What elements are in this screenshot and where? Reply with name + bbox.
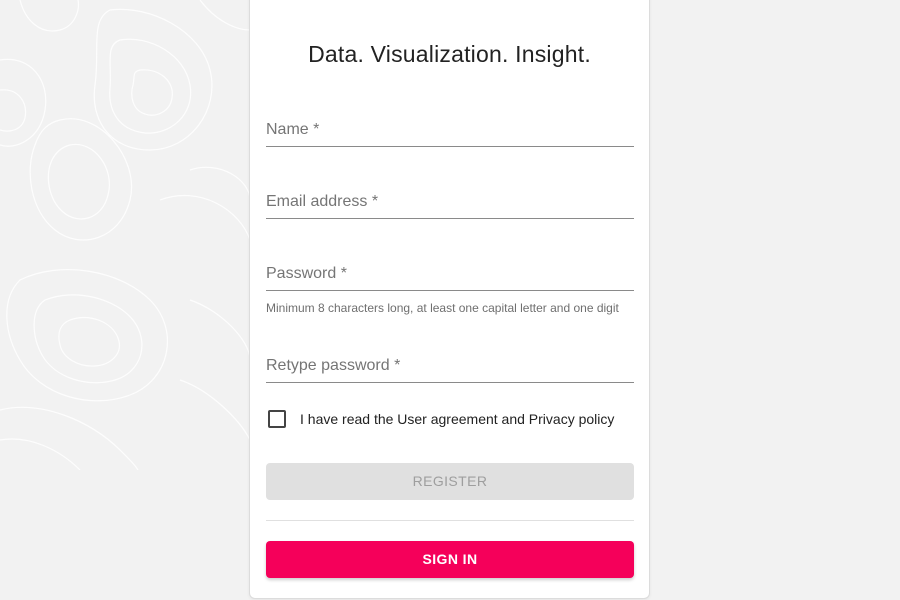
retype-password-field[interactable]: Retype password *: [266, 352, 634, 383]
retype-password-field-label: Retype password *: [266, 357, 401, 374]
register-card: Data. Visualization. Insight. Name * Ema…: [249, 0, 650, 599]
agreement-checkbox[interactable]: [268, 410, 286, 428]
page-title: Data. Visualization. Insight.: [308, 41, 591, 67]
name-field[interactable]: Name *: [266, 116, 634, 147]
email-field-label: Email address *: [266, 193, 379, 210]
register-button[interactable]: REGISTER: [266, 463, 634, 500]
name-field-label: Name *: [266, 121, 320, 138]
password-field-label: Password *: [266, 265, 347, 282]
divider: [266, 520, 634, 521]
sign-in-button[interactable]: SIGN IN: [266, 541, 634, 578]
password-field[interactable]: Password *: [266, 260, 634, 291]
password-helper-text: Minimum 8 characters long, at least one …: [266, 301, 619, 315]
email-field[interactable]: Email address *: [266, 188, 634, 219]
agreement-label: I have read the User agreement and Priva…: [300, 411, 615, 427]
topographic-background: [0, 0, 250, 470]
